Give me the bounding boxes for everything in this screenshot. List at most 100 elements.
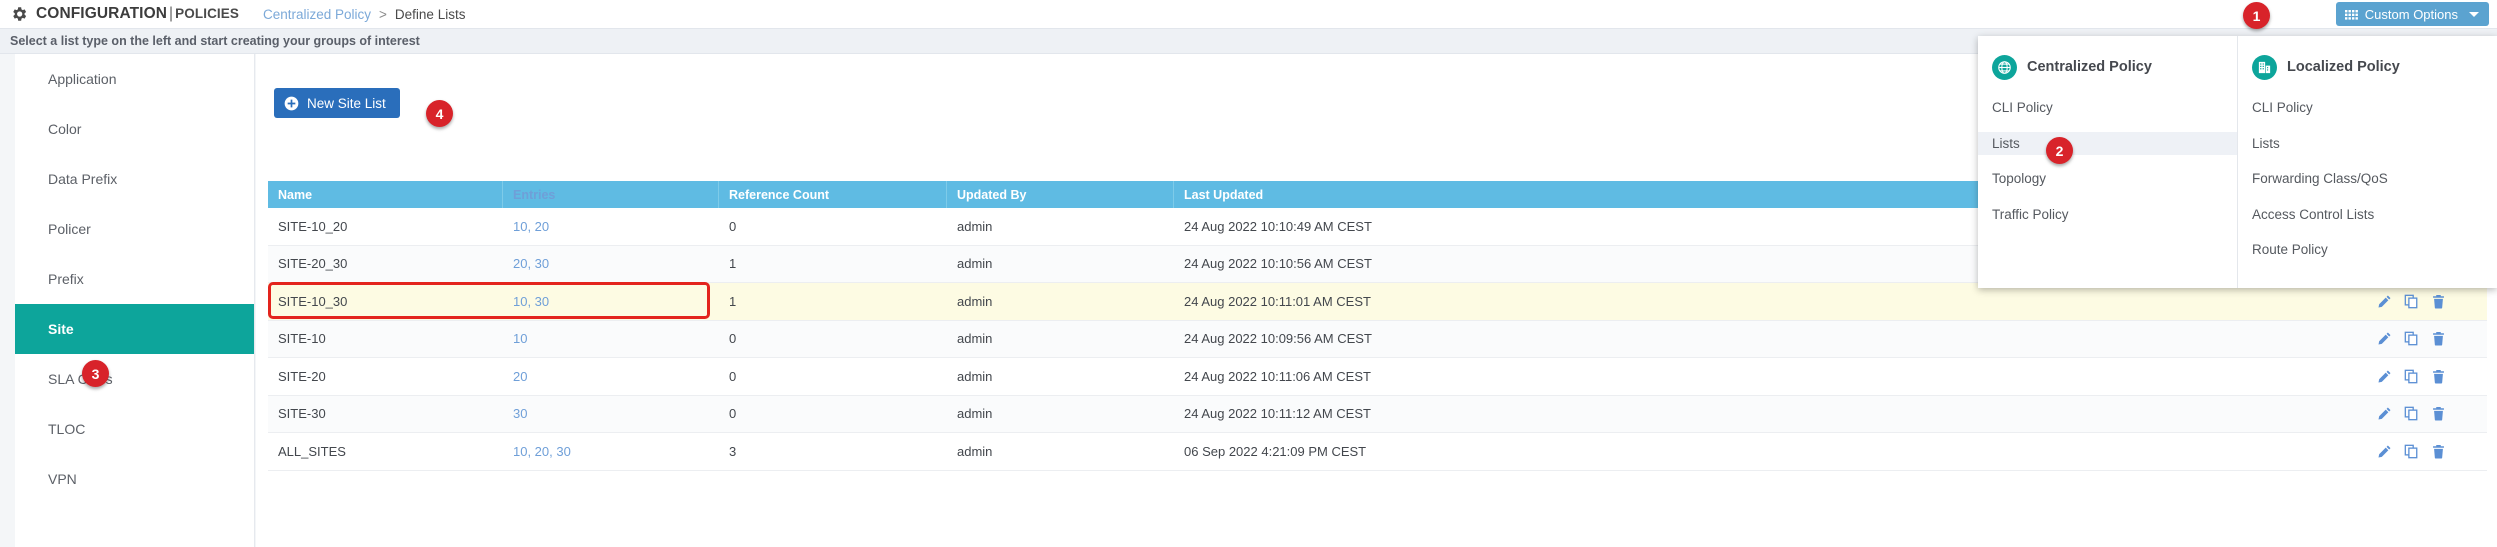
cell-updated-by: admin xyxy=(947,246,1174,283)
dropdown-item-cli-policy[interactable]: CLI Policy xyxy=(2238,96,2496,120)
dropdown-item-label: Lists xyxy=(2252,136,2280,151)
cell-entries-link[interactable]: 10, 30 xyxy=(503,283,719,320)
dropdown-item-route-policy[interactable]: Route Policy xyxy=(2238,238,2496,262)
dropdown-column-title: Localized Policy xyxy=(2287,59,2400,75)
row-actions xyxy=(2367,358,2487,395)
sidebar-item-vpn[interactable]: VPN xyxy=(15,454,254,504)
dropdown-item-lists[interactable]: Lists xyxy=(1978,132,2237,156)
cell-updated-by: admin xyxy=(947,396,1174,433)
table-row[interactable]: ALL_SITES10, 20, 303admin06 Sep 2022 4:2… xyxy=(268,433,2487,471)
cell-name: SITE-10_20 xyxy=(268,208,503,245)
dropdown-item-label: Traffic Policy xyxy=(1992,207,2069,222)
sidebar-item-application[interactable]: Application xyxy=(15,54,254,104)
dropdown-column-header: Centralized Policy xyxy=(1978,52,2237,82)
trash-icon[interactable] xyxy=(2431,331,2446,346)
sidebar-item-color[interactable]: Color xyxy=(15,104,254,154)
table-row[interactable]: SITE-10_3010, 301admin24 Aug 2022 10:11:… xyxy=(268,283,2487,321)
sidebar-item-sla-class[interactable]: SLA Class xyxy=(15,354,254,404)
gear-icon xyxy=(10,5,28,23)
sidebar-item-data-prefix[interactable]: Data Prefix xyxy=(15,154,254,204)
dropdown-item-list: CLI Policy Lists Forwarding Class/QoS Acces… xyxy=(2238,96,2496,262)
sidebar-item-label: Prefix xyxy=(48,271,84,287)
dropdown-column-centralized-policy: Centralized Policy CLI Policy Lists Topolog… xyxy=(1978,36,2237,288)
cell-reference-count: 0 xyxy=(719,396,947,433)
edit-pencil-icon[interactable] xyxy=(2377,406,2392,421)
chevron-down-icon xyxy=(2469,12,2479,17)
app-title-section: POLICIES xyxy=(175,6,239,21)
cell-entries-link[interactable]: 10 xyxy=(503,321,719,358)
cell-last-updated: 24 Aug 2022 10:09:56 AM CEST xyxy=(1174,321,2367,358)
edit-pencil-icon[interactable] xyxy=(2377,294,2392,309)
edit-pencil-icon[interactable] xyxy=(2377,331,2392,346)
table-row[interactable]: SITE-20200admin24 Aug 2022 10:11:06 AM C… xyxy=(268,358,2487,396)
title-pipe: | xyxy=(167,5,175,22)
custom-options-button[interactable]: Custom Options xyxy=(2336,2,2489,26)
dropdown-item-label: CLI Policy xyxy=(2252,100,2313,115)
cell-entries-link[interactable]: 10, 20 xyxy=(503,208,719,245)
cell-name: ALL_SITES xyxy=(268,433,503,470)
dropdown-item-traffic-policy[interactable]: Traffic Policy xyxy=(1978,203,2237,227)
instruction-text: Select a list type on the left and start… xyxy=(10,34,420,48)
copy-icon[interactable] xyxy=(2404,331,2419,346)
sidebar-item-tloc[interactable]: TLOC xyxy=(15,404,254,454)
breadcrumb-separator: > xyxy=(371,7,395,22)
cell-last-updated: 06 Sep 2022 4:21:09 PM CEST xyxy=(1174,433,2367,470)
copy-icon[interactable] xyxy=(2404,444,2419,459)
copy-icon[interactable] xyxy=(2404,294,2419,309)
sidebar-item-label: VPN xyxy=(48,471,77,487)
cell-updated-by: admin xyxy=(947,358,1174,395)
app-title-main: CONFIGURATION xyxy=(36,5,167,22)
table-row[interactable]: SITE-30300admin24 Aug 2022 10:11:12 AM C… xyxy=(268,396,2487,434)
dropdown-column-header: Localized Policy xyxy=(2238,52,2496,82)
sidebar-item-site[interactable]: Site xyxy=(15,304,254,354)
new-site-list-label: New Site List xyxy=(307,96,386,111)
cell-entries-link[interactable]: 10, 20, 30 xyxy=(503,433,719,470)
dropdown-item-topology[interactable]: Topology xyxy=(1978,167,2237,191)
trash-icon[interactable] xyxy=(2431,406,2446,421)
sidebar-item-label: Application xyxy=(48,71,117,87)
sidebar-item-policer[interactable]: Policer xyxy=(15,204,254,254)
sidebar-item-prefix[interactable]: Prefix xyxy=(15,254,254,304)
column-header-updated-by[interactable]: Updated By xyxy=(947,181,1174,208)
column-header-name[interactable]: Name xyxy=(268,181,503,208)
dropdown-item-label: Lists xyxy=(1992,136,2020,151)
cell-name: SITE-30 xyxy=(268,396,503,433)
trash-icon[interactable] xyxy=(2431,369,2446,384)
cell-last-updated: 24 Aug 2022 10:11:06 AM CEST xyxy=(1174,358,2367,395)
dropdown-item-lists[interactable]: Lists xyxy=(2238,132,2496,156)
step-badge-3: 3 xyxy=(82,360,109,387)
cell-name: SITE-20_30 xyxy=(268,246,503,283)
cell-updated-by: admin xyxy=(947,321,1174,358)
dropdown-item-access-control-lists[interactable]: Access Control Lists xyxy=(2238,203,2496,227)
dropdown-item-forwarding-class-qos[interactable]: Forwarding Class/QoS xyxy=(2238,167,2496,191)
cell-entries-link[interactable]: 20 xyxy=(503,358,719,395)
table-row[interactable]: SITE-10100admin24 Aug 2022 10:09:56 AM C… xyxy=(268,321,2487,359)
list-type-sidebar: Application Color Data PrefixPolicer Prefix… xyxy=(15,54,255,547)
sidebar-item-label: TLOC xyxy=(48,421,85,437)
cell-reference-count: 3 xyxy=(719,433,947,470)
dropdown-item-cli-policy[interactable]: CLI Policy xyxy=(1978,96,2237,120)
cell-name: SITE-10_30 xyxy=(268,283,503,320)
column-header-reference-count[interactable]: Reference Count xyxy=(719,181,947,208)
row-actions xyxy=(2367,283,2487,320)
dropdown-item-label: Topology xyxy=(1992,171,2046,186)
breadcrumb-link-centralized-policy[interactable]: Centralized Policy xyxy=(263,7,371,22)
cell-reference-count: 1 xyxy=(719,246,947,283)
sidebar-item-label: Color xyxy=(48,121,81,137)
column-header-entries[interactable]: Entries xyxy=(503,181,719,208)
edit-pencil-icon[interactable] xyxy=(2377,369,2392,384)
cell-entries-link[interactable]: 20, 30 xyxy=(503,246,719,283)
dropdown-column-localized-policy: Localized Policy CLI Policy Lists Forwardin… xyxy=(2237,36,2496,288)
step-badge-2: 2 xyxy=(2046,137,2073,164)
cell-entries-link[interactable]: 30 xyxy=(503,396,719,433)
copy-icon[interactable] xyxy=(2404,406,2419,421)
cell-last-updated: 24 Aug 2022 10:11:12 AM CEST xyxy=(1174,396,2367,433)
copy-icon[interactable] xyxy=(2404,369,2419,384)
edit-pencil-icon[interactable] xyxy=(2377,444,2392,459)
trash-icon[interactable] xyxy=(2431,444,2446,459)
trash-icon[interactable] xyxy=(2431,294,2446,309)
dropdown-item-label: CLI Policy xyxy=(1992,100,2053,115)
custom-options-label: Custom Options xyxy=(2365,7,2458,22)
new-site-list-button[interactable]: New Site List xyxy=(274,88,400,118)
dropdown-item-label: Forwarding Class/QoS xyxy=(2252,171,2388,186)
